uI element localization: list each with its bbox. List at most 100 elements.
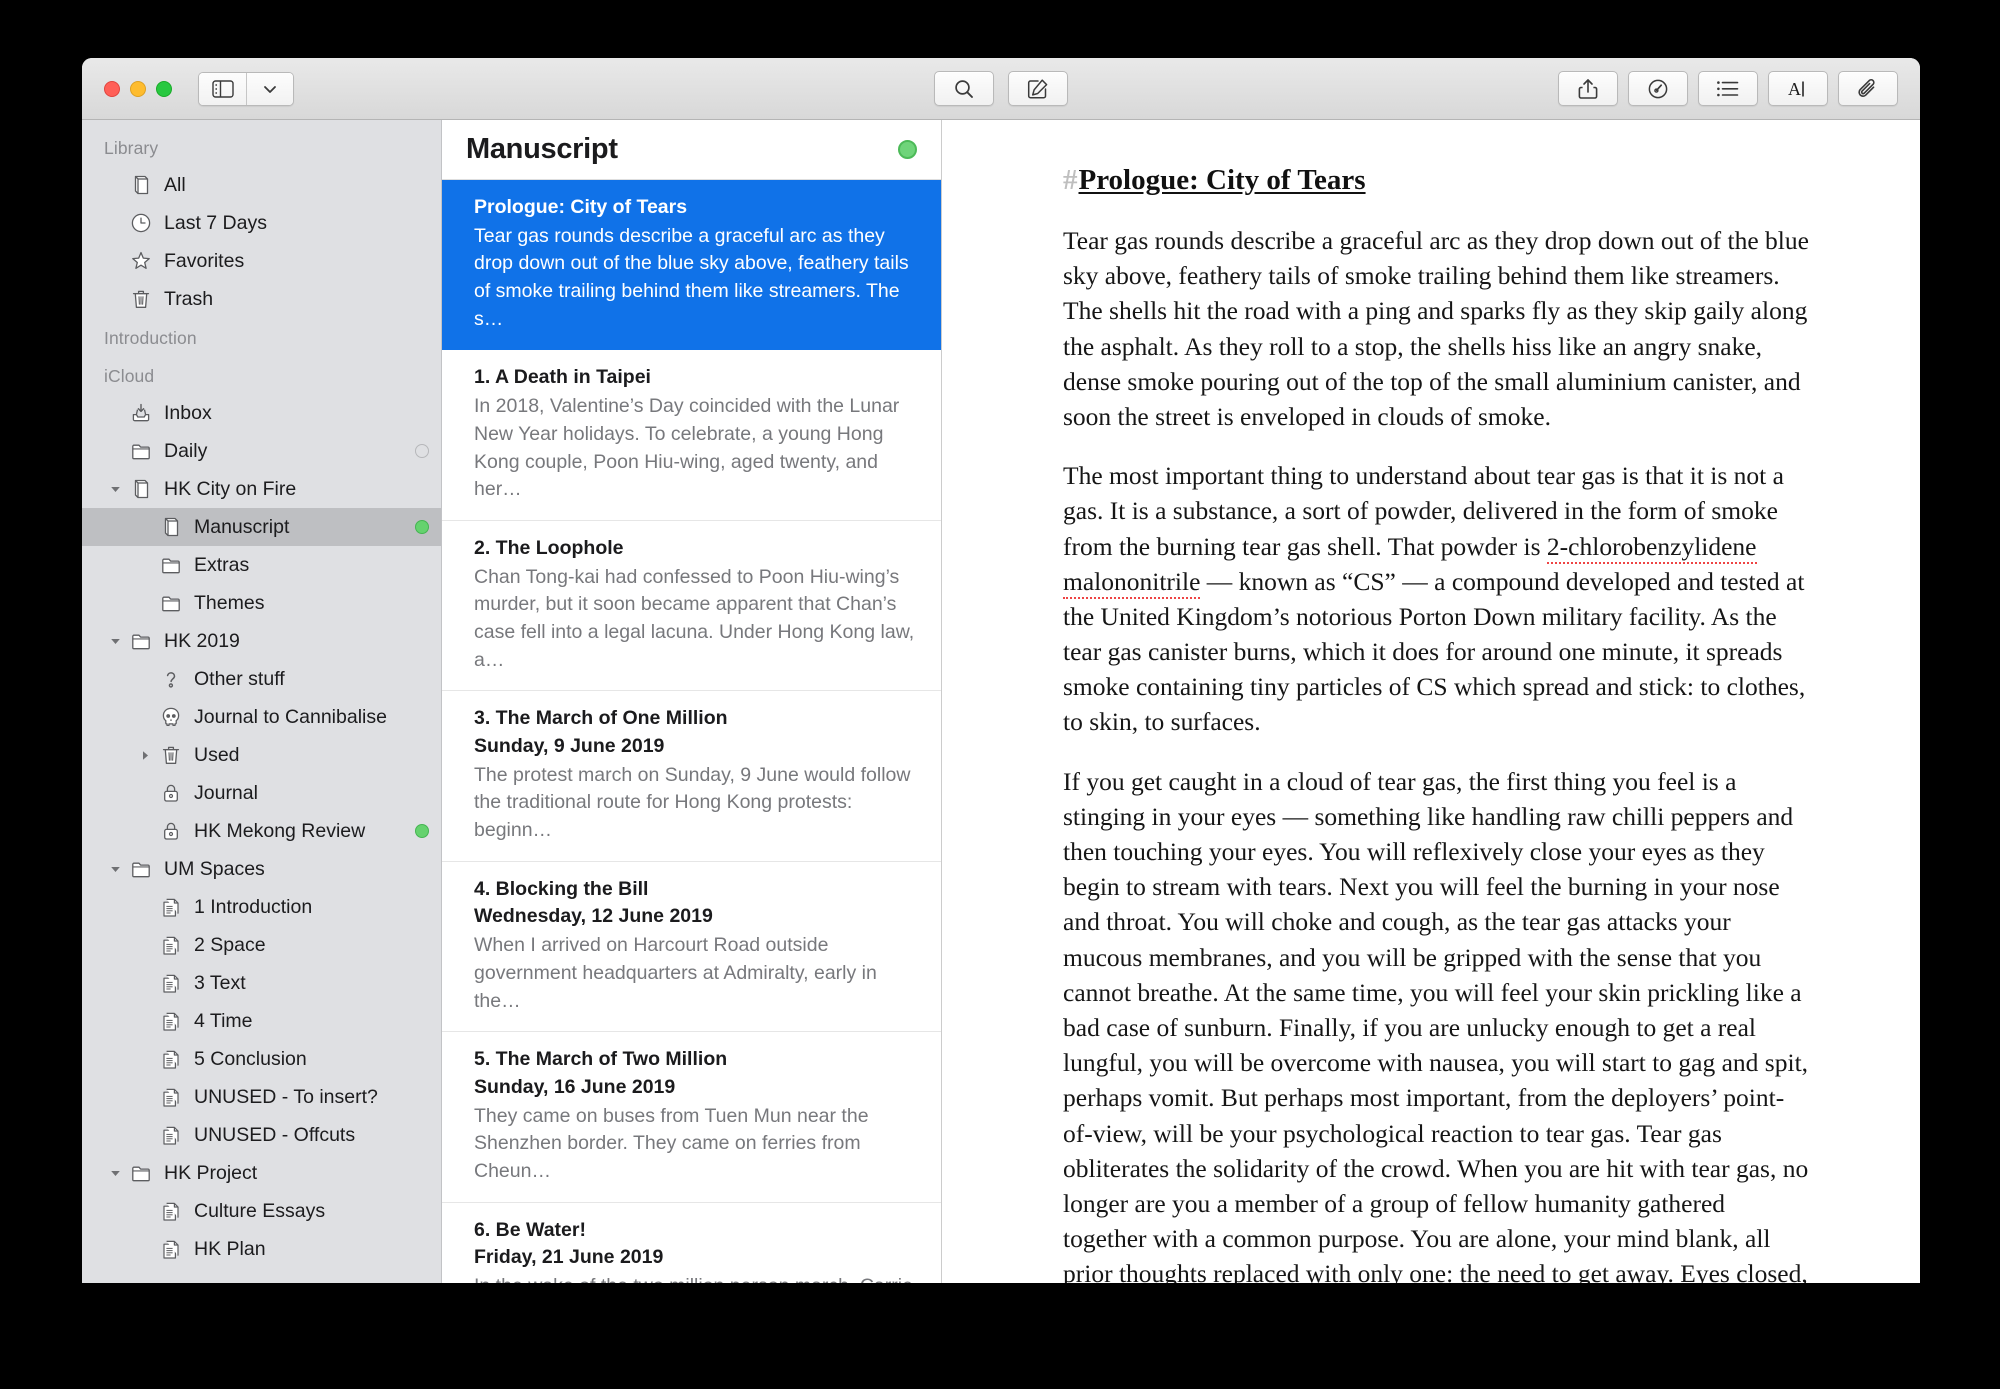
sidebar-item-label: Culture Essays (194, 1199, 326, 1222)
star-icon (126, 249, 156, 273)
sheet-preview: Chan Tong-kai had confessed to Poon Hiu-… (474, 565, 915, 671)
sidebar-item-manuscript[interactable]: Manuscript (82, 508, 441, 546)
sidebar-item-culture-essays[interactable]: Culture Essays (82, 1192, 441, 1230)
sidebar-toggle-group (198, 71, 294, 106)
sidebar-item-journal-to-cannibalise[interactable]: Journal to Cannibalise (82, 698, 441, 736)
sheet-title: Prologue: City of Tears (474, 196, 688, 218)
question-mark-icon (156, 667, 186, 691)
sidebar-item-daily[interactable]: Daily (82, 432, 441, 470)
sidebar-item-label: UNUSED - To insert? (194, 1085, 378, 1108)
sidebar-item-label: Manuscript (194, 515, 290, 538)
close-button[interactable] (104, 80, 120, 97)
sidebar-item-inbox[interactable]: Inbox (82, 394, 441, 432)
library-sidebar[interactable]: Library All Last 7 Days Favorites Trash Intro… (82, 120, 442, 1283)
disclosure-triangle-down-icon[interactable] (104, 863, 126, 876)
sheet-list-item[interactable]: 5. The March of Two Million Sunday, 16 Ju… (442, 1032, 941, 1203)
folder-icon (126, 1161, 156, 1185)
sheet-preview: Tear gas rounds describe a graceful arc … (474, 224, 909, 330)
sidebar-item-1-introduction[interactable]: 1 Introduction (82, 888, 441, 926)
sidebar-item-hk-project[interactable]: HK Project (82, 1154, 441, 1192)
clock-icon (126, 211, 156, 235)
sidebar-item-label: HK Plan (194, 1237, 266, 1260)
sidebar-item-other-stuff[interactable]: Other stuff (82, 660, 441, 698)
lock-icon (156, 781, 186, 805)
text-format-button[interactable]: A (1768, 71, 1828, 106)
document-paragraph: Tear gas rounds describe a graceful arc … (1063, 226, 1809, 431)
sidebar-item-label: Other stuff (194, 667, 285, 690)
sidebar-item-label: Themes (194, 591, 265, 614)
sheet-preview: The protest march on Sunday, 9 June woul… (474, 763, 911, 842)
disclosure-triangle-down-icon[interactable] (104, 483, 126, 496)
folder-icon (156, 553, 186, 577)
sidebar-item-2-space[interactable]: 2 Space (82, 926, 441, 964)
sidebar-toggle-button[interactable] (199, 72, 246, 105)
book-icon (126, 477, 156, 501)
sidebar-item-label: HK City on Fire (164, 477, 297, 500)
sheet-subtitle: Sunday, 16 June 2019 (474, 1075, 676, 1098)
sheet-subtitle: Wednesday, 12 June 2019 (474, 905, 713, 928)
sidebar-item-unused-to-insert[interactable]: UNUSED - To insert? (82, 1078, 441, 1116)
sheet-icon (156, 1047, 186, 1071)
sheet-list-scroll[interactable]: Prologue: City of Tears Tear gas rounds d… (442, 180, 941, 1283)
disclosure-triangle-down-icon[interactable] (104, 635, 126, 648)
search-button[interactable] (934, 71, 994, 106)
inbox-icon (126, 401, 156, 425)
sidebar-item-label: 3 Text (194, 971, 246, 994)
disclosure-triangle-down-icon[interactable] (104, 1167, 126, 1180)
attachments-list-button[interactable] (1698, 71, 1758, 106)
sidebar-item-3-text[interactable]: 3 Text (82, 964, 441, 1002)
sidebar-item-unused-offcuts[interactable]: UNUSED - Offcuts (82, 1116, 441, 1154)
share-button[interactable] (1558, 71, 1618, 106)
sidebar-item-label: UNUSED - Offcuts (194, 1123, 356, 1146)
sheet-icon (156, 933, 186, 957)
zoom-button[interactable] (156, 80, 172, 97)
sidebar-item-trash[interactable]: Trash (82, 280, 441, 318)
disclosure-triangle-right-icon[interactable] (134, 749, 156, 762)
sidebar-item-journal[interactable]: Journal (82, 774, 441, 812)
sheet-list-item[interactable]: 3. The March of One Million Sunday, 9 Jun… (442, 691, 941, 862)
sidebar-item-4-time[interactable]: 4 Time (82, 1002, 441, 1040)
document-heading: #Prologue: City of Tears (1063, 164, 1811, 197)
sidebar-item-hk-2019[interactable]: HK 2019 (82, 622, 441, 660)
status-badge (898, 140, 917, 159)
sidebar-item-um-spaces[interactable]: UM Spaces (82, 850, 441, 888)
sidebar-item-label: Daily (164, 439, 208, 462)
sheet-title: 6. Be Water! (474, 1218, 586, 1241)
sidebar-item-hk-plan[interactable]: HK Plan (82, 1230, 441, 1268)
sheet-list-item[interactable]: Prologue: City of Tears Tear gas rounds d… (442, 180, 941, 351)
sheet-list-header: Manuscript (442, 120, 941, 180)
statistics-button[interactable] (1628, 71, 1688, 106)
sheet-list-item[interactable]: 4. Blocking the Bill Wednesday, 12 June 2… (442, 862, 941, 1033)
sheet-title: 5. The March of Two Million (474, 1048, 728, 1071)
sidebar-item-extras[interactable]: Extras (82, 546, 441, 584)
editor-pane[interactable]: #Prologue: City of Tears Tear gas rounds… (942, 120, 1920, 1283)
sidebar-options-button[interactable] (246, 72, 293, 105)
minimize-button[interactable] (130, 80, 146, 97)
sheet-list-item[interactable]: 2. The Loophole Chan Tong-kai had confess… (442, 521, 941, 692)
attachment-button[interactable] (1838, 71, 1898, 106)
sidebar-item-label: Inbox (164, 401, 212, 424)
sidebar-item-hk-city-on-fire[interactable]: HK City on Fire (82, 470, 441, 508)
sidebar-item-label: Trash (164, 287, 214, 310)
sheet-list-item[interactable]: 1. A Death in Taipei In 2018, Valentine’s… (442, 350, 941, 521)
sidebar-item-last-7-days[interactable]: Last 7 Days (82, 204, 441, 242)
sheet-subtitle: Sunday, 9 June 2019 (474, 735, 665, 757)
sheet-icon (156, 1237, 186, 1261)
toolbar-center-group (934, 71, 1068, 106)
sheet-preview: When I arrived on Harcourt Road outside … (474, 934, 877, 1012)
new-sheet-button[interactable] (1008, 71, 1068, 106)
sidebar-item-used[interactable]: Used (82, 736, 441, 774)
sidebar-item-5-conclusion[interactable]: 5 Conclusion (82, 1040, 441, 1078)
sheet-list-item[interactable]: 6. Be Water! Friday, 21 June 2019 In the w… (442, 1203, 941, 1283)
sheet-title: 1. A Death in Taipei (474, 366, 651, 389)
skull-icon (156, 705, 186, 729)
sidebar-item-themes[interactable]: Themes (82, 584, 441, 622)
sidebar-item-hk-mekong-review[interactable]: HK Mekong Review (82, 812, 441, 850)
trash-icon (126, 287, 156, 311)
sidebar-item-all[interactable]: All (82, 166, 441, 204)
compose-icon (1027, 78, 1050, 100)
sidebar-item-favorites[interactable]: Favorites (82, 242, 441, 280)
sync-progress-dot (415, 444, 429, 458)
sidebar-section-header: Library (104, 138, 159, 158)
sheet-title: 3. The March of One Million (474, 707, 728, 730)
